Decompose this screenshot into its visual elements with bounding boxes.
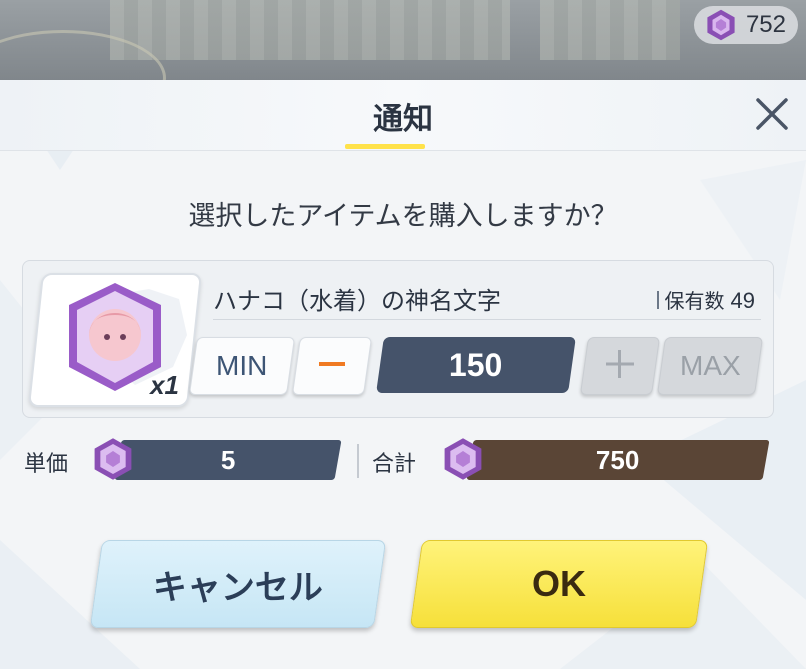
pyroxene-gem-icon [94,438,132,480]
ok-button-label: OK [532,563,586,604]
unit-price-bar: 5 [114,440,342,480]
purchase-dialog: 通知 選択したアイテムを購入しますか？ x1 ハナコ（水着）の神名文字 保有数 … [0,80,806,669]
currency-value: 752 [745,11,786,38]
confirm-question: 選択したアイテムを購入しますか？ [188,201,618,232]
item-quantity-badge: x1 [150,370,179,400]
pyroxene-gem-icon [707,9,735,41]
close-icon[interactable] [752,94,792,134]
total-price-label: 合計 [372,452,417,477]
dialog-title: 通知 [373,102,433,137]
unit-price-label: 単価 [24,452,69,477]
minus-icon [319,362,345,366]
owned-divider [656,290,659,309]
cancel-button-label: キャンセル [153,567,323,608]
cancel-button[interactable]: キャンセル [89,540,387,628]
currency-display[interactable]: 752 [693,6,798,44]
max-button-label: MAX [679,350,741,381]
title-underline [345,144,425,149]
total-price-bar: 750 [466,440,770,480]
item-name: ハナコ（水着）の神名文字 [213,287,501,315]
plus-icon [606,350,634,378]
owned-value: 49 [730,288,755,313]
total-price-value: 750 [596,444,640,475]
min-button-label: MIN [216,350,268,381]
pyroxene-gem-icon [444,438,482,480]
quantity-field[interactable]: 150 [376,337,576,393]
owned-label: 保有数 [664,289,725,313]
unit-price-value: 5 [220,444,236,475]
min-button[interactable]: MIN [188,337,296,395]
background-shelf [110,0,510,60]
ok-button[interactable]: OK [409,540,709,628]
max-button[interactable]: MAX [656,337,764,395]
item-thumbnail: x1 [27,273,203,407]
item-divider [213,319,761,320]
decrease-button[interactable] [291,337,373,395]
owned-count: 保有数 49 [656,285,755,314]
background-scene: 752 [0,0,806,84]
price-divider [357,444,359,478]
background-shelf [540,0,680,60]
quantity-value: 150 [449,346,503,383]
increase-button[interactable] [579,337,661,395]
